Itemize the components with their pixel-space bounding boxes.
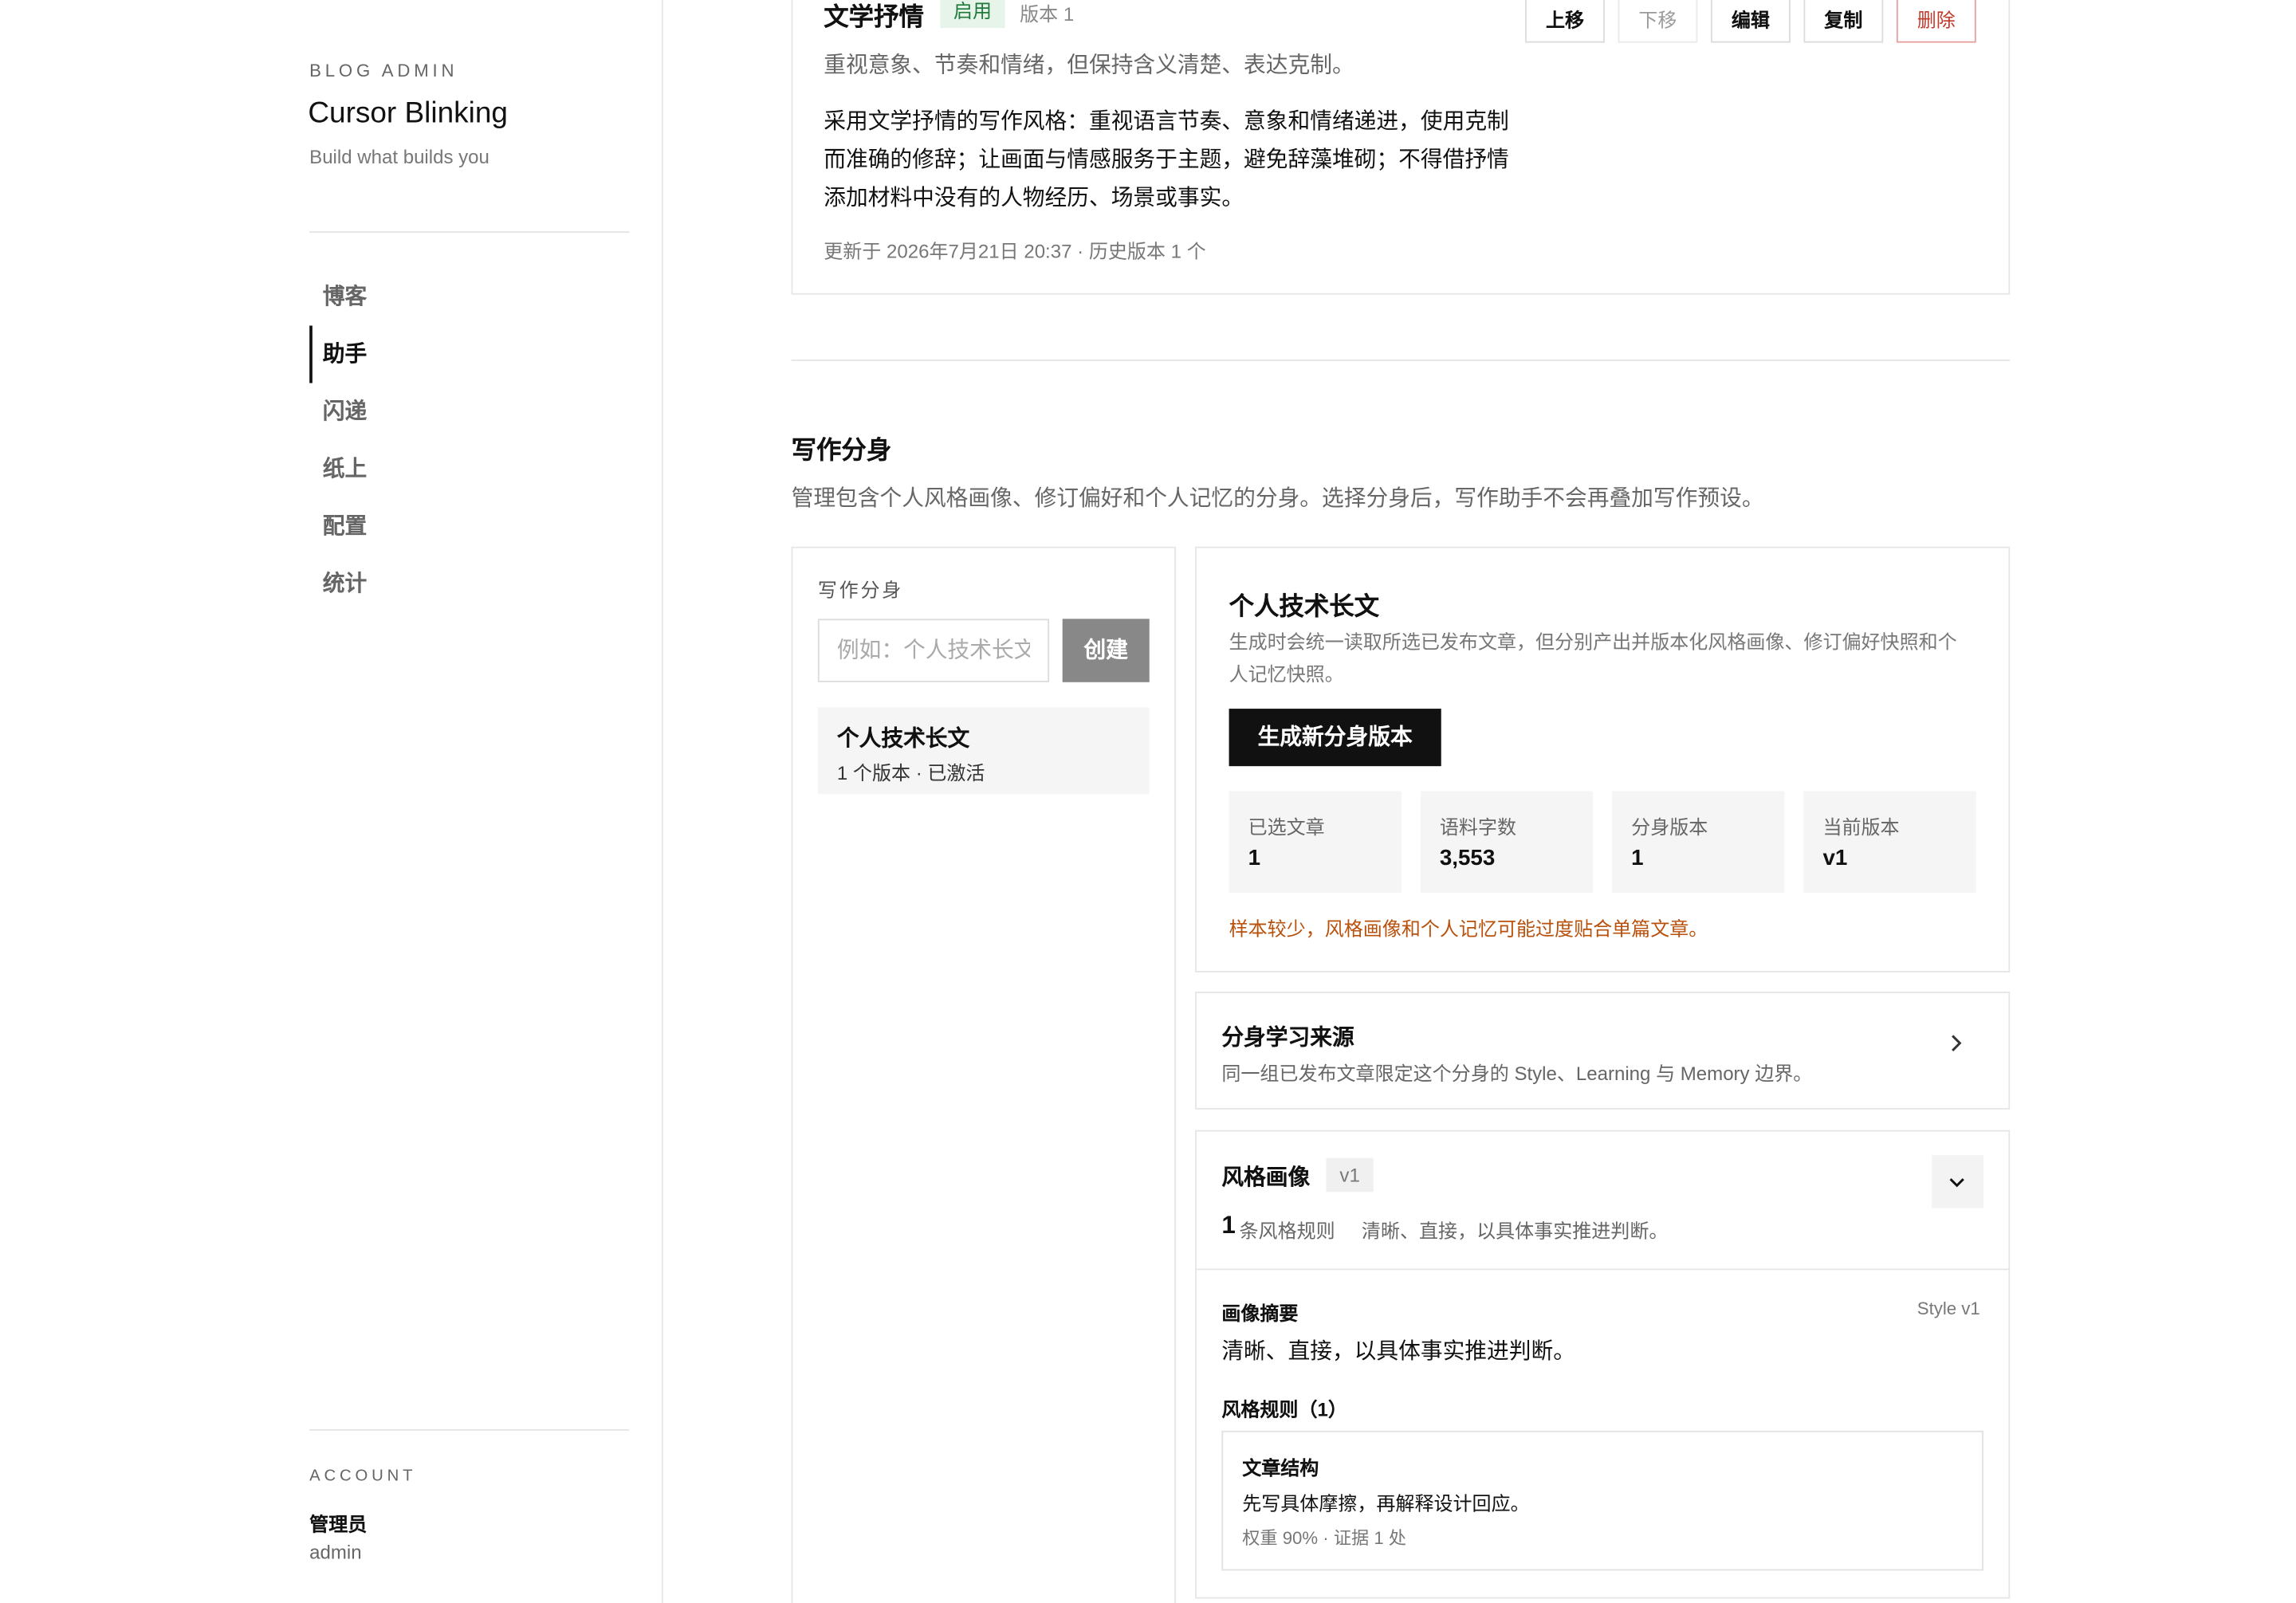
nav-item-stats[interactable]: 统计 bbox=[309, 556, 629, 613]
nav-item-paper[interactable]: 纸上 bbox=[309, 441, 629, 498]
style-card-divider bbox=[1196, 1268, 2009, 1271]
move-up-button[interactable]: 上移 bbox=[1525, 0, 1605, 43]
rules-label: 风格规则（1） bbox=[1221, 1398, 1347, 1420]
persona-detail-description: 生成时会统一读取所选已发布文章，但分别产出并版本化风格画像、修订偏好快照和个人记… bbox=[1229, 631, 1957, 686]
account-name: 管理员 bbox=[309, 1513, 368, 1536]
style-card-title: 风格画像 bbox=[1221, 1165, 1311, 1191]
stat-label: 已选文章 bbox=[1248, 816, 1325, 839]
nav-item-config[interactable]: 配置 bbox=[309, 498, 629, 556]
persona-list-panel bbox=[791, 546, 1177, 1603]
stat-label: 当前版本 bbox=[1822, 816, 1900, 839]
preset-description: 重视意象、节奏和情绪，但保持含义清楚、表达克制。 bbox=[824, 53, 1354, 78]
preset-meta: 更新于 2026年7月21日 20:37 · 历史版本 1 个 bbox=[824, 240, 1206, 263]
stat-value: 1 bbox=[1631, 845, 1644, 871]
sidebar-divider bbox=[309, 1428, 630, 1431]
persona-item-meta: 1 个版本 · 已激活 bbox=[836, 761, 985, 784]
source-description: 同一组已发布文章限定这个分身的 Style、Learning 与 Memory … bbox=[1221, 1062, 1813, 1085]
stat-value: 1 bbox=[1248, 845, 1261, 871]
profile-version: Style v1 bbox=[1917, 1298, 1980, 1319]
brand-eyebrow: BLOG ADMIN bbox=[309, 60, 458, 81]
persona-detail-title: 个人技术长文 bbox=[1229, 592, 1380, 621]
section-title: 写作分身 bbox=[791, 436, 892, 465]
preset-version: 版本 1 bbox=[1020, 2, 1075, 26]
style-rule-item: 文章结构 先写具体摩擦，再解释设计回应。 权重 90% · 证据 1 处 bbox=[1221, 1430, 1983, 1571]
source-title: 分身学习来源 bbox=[1221, 1025, 1354, 1051]
edit-button[interactable]: 编辑 bbox=[1710, 0, 1791, 43]
persona-item-name: 个人技术长文 bbox=[836, 726, 970, 752]
account-username: admin bbox=[309, 1541, 362, 1564]
status-badge: 启用 bbox=[940, 0, 1005, 29]
copy-button[interactable]: 复制 bbox=[1803, 0, 1884, 43]
nav-item-flash[interactable]: 闪递 bbox=[309, 383, 629, 441]
sample-warning: 样本较少，风格画像和个人记忆可能过度贴合单篇文章。 bbox=[1229, 917, 1708, 941]
chevron-down-icon bbox=[1949, 1178, 1964, 1188]
brand-subtitle: Build what builds you bbox=[309, 145, 489, 168]
style-summary-inline: 清晰、直接，以具体事实推进判断。 bbox=[1361, 1220, 1669, 1243]
rule-meta: 权重 90% · 证据 1 处 bbox=[1242, 1527, 1407, 1549]
move-down-button[interactable]: 下移 bbox=[1618, 0, 1698, 43]
stat-selected-articles: 已选文章 1 bbox=[1229, 791, 1402, 894]
stat-value: 3,553 bbox=[1439, 845, 1496, 871]
nav-item-assistant[interactable]: 助手 bbox=[309, 325, 629, 383]
brand-title[interactable]: Cursor Blinking bbox=[308, 97, 508, 132]
section-divider bbox=[791, 359, 2011, 361]
rule-category: 文章结构 bbox=[1242, 1457, 1319, 1479]
stat-persona-versions: 分身版本 1 bbox=[1612, 791, 1785, 894]
stat-label: 语料字数 bbox=[1439, 816, 1517, 839]
preset-title: 文学抒情 bbox=[824, 2, 924, 31]
rule-count: 1 bbox=[1221, 1211, 1236, 1240]
sidebar: BLOG ADMIN Cursor Blinking Build what bu… bbox=[0, 0, 663, 1603]
stat-current-version: 当前版本 v1 bbox=[1803, 791, 1976, 894]
stat-label: 分身版本 bbox=[1631, 816, 1708, 839]
persona-name-input[interactable] bbox=[817, 619, 1050, 682]
profile-summary-label: 画像摘要 bbox=[1221, 1302, 1299, 1325]
account-label: ACCOUNT bbox=[309, 1467, 417, 1486]
generate-version-button[interactable]: 生成新分身版本 bbox=[1229, 709, 1441, 767]
persona-list-item[interactable]: 个人技术长文 1 个版本 · 已激活 bbox=[817, 707, 1150, 795]
persona-list-label: 写作分身 bbox=[817, 579, 904, 602]
rule-count-label: 条风格规则 bbox=[1239, 1220, 1335, 1243]
sidebar-divider bbox=[309, 231, 630, 234]
chevron-right-icon[interactable] bbox=[1944, 1031, 1968, 1055]
sidebar-nav: 博客 助手 闪递 纸上 配置 统计 bbox=[309, 268, 629, 613]
profile-summary: 清晰、直接，以具体事实推进判断。 bbox=[1221, 1339, 1575, 1365]
collapse-toggle-button[interactable] bbox=[1932, 1155, 1983, 1208]
rule-text: 先写具体摩擦，再解释设计回应。 bbox=[1242, 1492, 1530, 1515]
style-version-badge: v1 bbox=[1326, 1157, 1374, 1192]
section-description: 管理包含个人风格画像、修订偏好和个人记忆的分身。选择分身后，写作助手不会再叠加写… bbox=[791, 485, 1764, 512]
nav-item-blog[interactable]: 博客 bbox=[309, 268, 629, 325]
stat-value: v1 bbox=[1822, 845, 1848, 871]
preset-body: 采用文学抒情的写作风格：重视语言节奏、意象和情绪递进，使用克制而准确的修辞；让画… bbox=[824, 108, 1509, 211]
stat-corpus-chars: 语料字数 3,553 bbox=[1420, 791, 1594, 894]
create-button[interactable]: 创建 bbox=[1062, 619, 1150, 682]
delete-button[interactable]: 删除 bbox=[1896, 0, 1976, 43]
